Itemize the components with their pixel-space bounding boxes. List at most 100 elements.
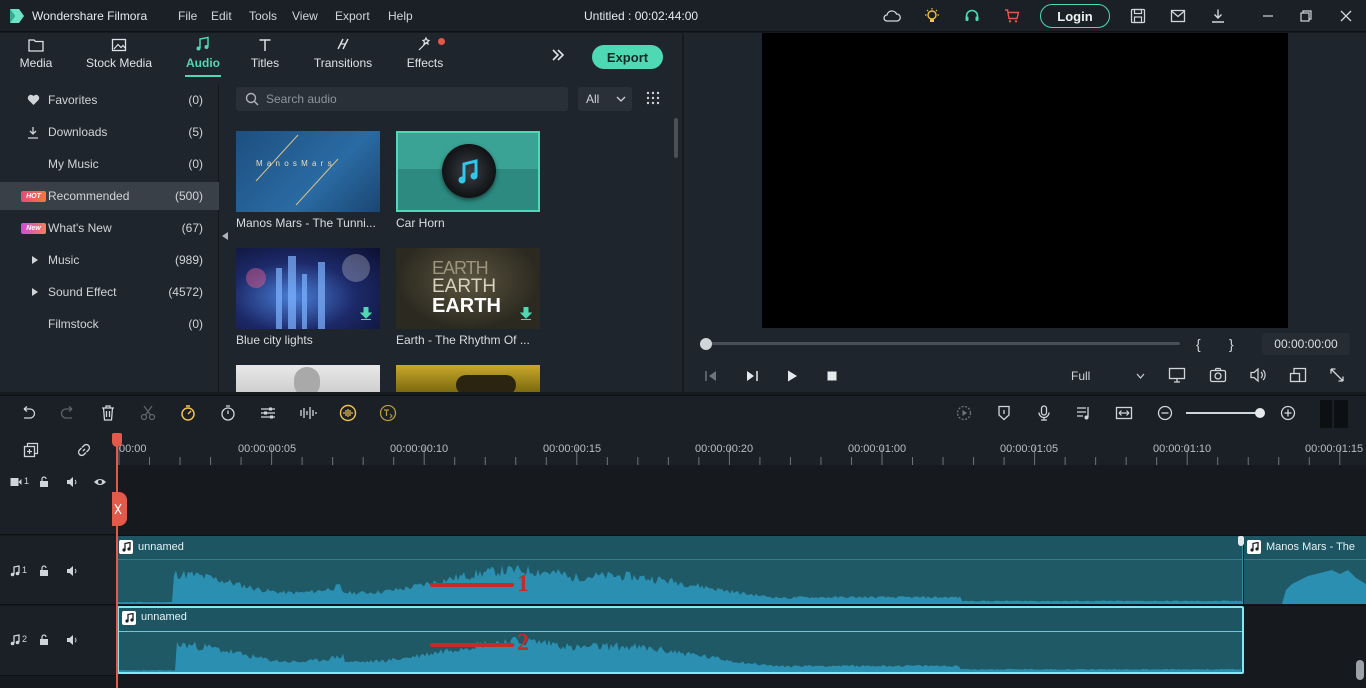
cart-icon[interactable] xyxy=(1002,6,1022,26)
speaker-icon[interactable] xyxy=(66,634,78,646)
grid-view-icon[interactable] xyxy=(646,91,662,107)
audio-thumbnail-car-horn[interactable] xyxy=(396,131,540,212)
step-back-icon[interactable] xyxy=(704,369,718,383)
microphone-icon[interactable] xyxy=(1034,403,1054,423)
playhead-scissor-bubble[interactable] xyxy=(112,492,127,526)
audio-clip-unnamed-1[interactable]: unnamed xyxy=(116,536,1243,604)
tab-effects[interactable]: Effects xyxy=(398,33,452,77)
timeline-vertical-scrollbar[interactable] xyxy=(1356,660,1364,680)
save-icon[interactable] xyxy=(1128,6,1148,26)
eye-icon[interactable] xyxy=(93,477,107,487)
audio-clip-manos-mars[interactable]: Manos Mars - The xyxy=(1244,536,1366,604)
volume-icon[interactable] xyxy=(1249,367,1267,385)
audio-stretch-icon[interactable] xyxy=(338,403,358,423)
audio-thumbnail-partial[interactable] xyxy=(396,365,540,392)
snapshot-camera-icon[interactable] xyxy=(1209,367,1227,385)
mark-in-button[interactable]: { xyxy=(1196,336,1201,352)
zoom-out-icon[interactable] xyxy=(1155,403,1175,423)
zoom-slider-track[interactable] xyxy=(1186,412,1262,414)
menu-edit[interactable]: Edit xyxy=(211,9,232,23)
close-icon[interactable] xyxy=(1336,6,1356,26)
tab-stock-media[interactable]: Stock Media xyxy=(80,33,158,77)
sidebar-item-downloads[interactable]: Downloads (5) xyxy=(0,118,219,146)
duration-stopwatch-icon[interactable] xyxy=(218,403,238,423)
marker-shield-icon[interactable] xyxy=(994,403,1014,423)
collapse-sidebar-arrow-icon[interactable] xyxy=(221,230,231,244)
lock-icon[interactable] xyxy=(39,476,49,488)
preview-seek-bar[interactable] xyxy=(706,342,1180,345)
menu-view[interactable]: View xyxy=(292,9,318,23)
render-preview-icon[interactable] xyxy=(954,403,974,423)
mark-out-button[interactable]: } xyxy=(1229,336,1234,352)
zoom-slider-handle[interactable] xyxy=(1255,408,1265,418)
restore-icon[interactable] xyxy=(1296,6,1316,26)
fit-timeline-icon[interactable] xyxy=(1114,403,1134,423)
panel-toggle-right[interactable] xyxy=(1334,400,1348,428)
cut-scissors-icon[interactable] xyxy=(138,403,158,423)
audio-clip-unnamed-2[interactable]: unnamed xyxy=(117,606,1244,674)
playhead-handle[interactable] xyxy=(112,433,122,447)
search-audio-input[interactable]: Search audio xyxy=(236,87,568,111)
sidebar-item-whats-new[interactable]: New What's New (67) xyxy=(0,214,219,242)
audio-thumbnail-partial[interactable] xyxy=(236,365,380,392)
delete-icon[interactable] xyxy=(98,403,118,423)
audio-thumbnail-earth[interactable]: EARTH EARTH EARTH xyxy=(396,248,540,329)
export-button[interactable]: Export xyxy=(592,45,663,69)
seek-handle[interactable] xyxy=(700,338,712,350)
link-icon[interactable] xyxy=(76,442,94,460)
audio-mixer-icon[interactable] xyxy=(298,403,318,423)
expand-arrow-icon[interactable] xyxy=(28,285,42,299)
menu-export[interactable]: Export xyxy=(335,9,370,23)
undo-icon[interactable] xyxy=(18,403,38,423)
menu-file[interactable]: File xyxy=(178,9,197,23)
tab-transitions[interactable]: Transitions xyxy=(306,33,380,77)
clip-split-marker[interactable] xyxy=(1238,536,1244,546)
sidebar-item-my-music[interactable]: My Music (0) xyxy=(0,150,219,178)
tab-media[interactable]: Media xyxy=(6,33,66,77)
playback-quality-dropdown[interactable]: Full xyxy=(1064,365,1148,387)
redo-icon[interactable] xyxy=(58,403,78,423)
headset-support-icon[interactable] xyxy=(962,6,982,26)
more-tabs-chevron-icon[interactable] xyxy=(550,47,570,67)
filter-dropdown[interactable]: All xyxy=(578,87,632,111)
speech-to-text-icon[interactable] xyxy=(378,403,398,423)
tab-audio[interactable]: Audio xyxy=(176,33,230,77)
menu-help[interactable]: Help xyxy=(388,9,413,23)
zoom-in-icon[interactable] xyxy=(1278,403,1298,423)
lock-icon[interactable] xyxy=(39,634,49,646)
sidebar-item-music[interactable]: Music (989) xyxy=(0,246,219,274)
stop-icon[interactable] xyxy=(825,369,839,383)
step-forward-icon[interactable] xyxy=(745,369,759,383)
cloud-icon[interactable] xyxy=(882,6,902,26)
playhead-line[interactable] xyxy=(116,437,118,688)
speaker-icon[interactable] xyxy=(66,565,78,577)
play-icon[interactable] xyxy=(785,369,799,383)
speaker-icon[interactable] xyxy=(66,476,78,488)
download-icon[interactable] xyxy=(360,307,372,321)
display-monitor-icon[interactable] xyxy=(1168,367,1186,385)
aspect-ratio-icon[interactable] xyxy=(1289,367,1307,385)
sidebar-item-recommended[interactable]: HOT Recommended (500) xyxy=(0,182,219,210)
login-button[interactable]: Login xyxy=(1040,4,1110,28)
fullscreen-icon[interactable] xyxy=(1329,367,1347,385)
audio-thumbnail-manos-mars[interactable]: M a n o s M a r s xyxy=(236,131,380,212)
sidebar-item-filmstock[interactable]: Filmstock (0) xyxy=(0,310,219,338)
adjust-sliders-icon[interactable] xyxy=(258,403,278,423)
add-track-icon[interactable] xyxy=(23,442,41,460)
sidebar-item-favorites[interactable]: Favorites (0) xyxy=(0,86,219,114)
expand-arrow-icon[interactable] xyxy=(28,253,42,267)
library-scrollbar[interactable] xyxy=(674,118,678,158)
panel-toggle-left[interactable] xyxy=(1320,400,1332,428)
minimize-icon[interactable] xyxy=(1258,6,1278,26)
tab-titles[interactable]: Titles xyxy=(240,33,290,77)
download-icon[interactable] xyxy=(520,307,532,321)
voiceover-list-icon[interactable] xyxy=(1074,403,1094,423)
lightbulb-icon[interactable] xyxy=(922,6,942,26)
mail-icon[interactable] xyxy=(1168,6,1188,26)
audio-thumbnail-blue-city-lights[interactable] xyxy=(236,248,380,329)
menu-tools[interactable]: Tools xyxy=(249,9,277,23)
lock-icon[interactable] xyxy=(39,565,49,577)
download-icon[interactable] xyxy=(1208,6,1228,26)
sidebar-item-sound-effect[interactable]: Sound Effect (4572) xyxy=(0,278,219,306)
speed-timer-icon[interactable] xyxy=(178,403,198,423)
